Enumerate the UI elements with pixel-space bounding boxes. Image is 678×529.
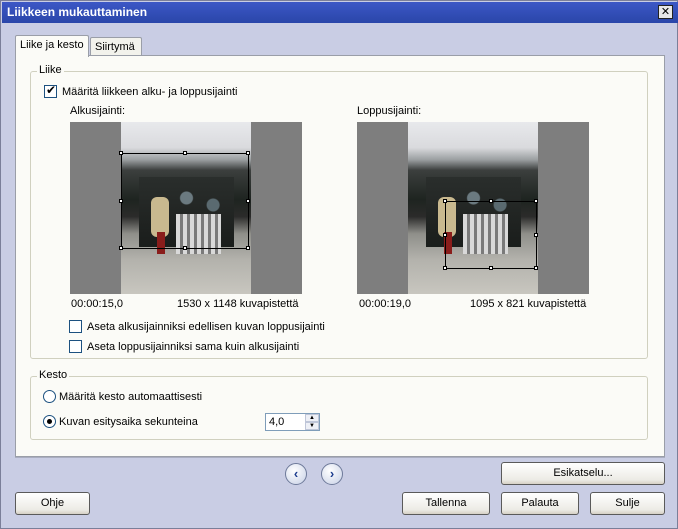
start-position-label: Alkusijainti: (70, 105, 126, 117)
start-handle-mr[interactable] (246, 199, 250, 203)
end-handle-ml[interactable] (443, 233, 447, 237)
seconds-value[interactable]: 4,0 (269, 416, 284, 428)
end-image-preview[interactable] (357, 122, 589, 294)
start-time: 00:00:15,0 (71, 298, 123, 310)
tab-siirtyma[interactable]: Siirtymä (90, 37, 142, 57)
start-handle-br[interactable] (246, 246, 250, 250)
auto-duration-radio[interactable] (43, 390, 56, 403)
arrow-left-icon: ‹ (293, 466, 299, 481)
duration-group: Kesto (30, 369, 648, 440)
duration-group-label: Kesto (37, 369, 70, 381)
auto-duration-label: Määritä kesto automaattisesti (59, 391, 203, 403)
end-handle-tm[interactable] (489, 199, 493, 203)
window-title: Liikkeen mukauttaminen (7, 5, 148, 19)
seconds-duration-radio[interactable] (43, 415, 56, 428)
preview-button[interactable]: Esikatselu... (501, 462, 665, 485)
start-handle-tl[interactable] (119, 151, 123, 155)
same-as-start-label: Aseta loppusijainniksi sama kuin alkusij… (87, 341, 300, 353)
seconds-duration-label: Kuvan esitysaika sekunteina (59, 416, 198, 428)
start-handle-tm[interactable] (183, 151, 187, 155)
end-handle-tr[interactable] (534, 199, 538, 203)
bottom-divider (15, 457, 665, 458)
next-button[interactable]: › (321, 463, 343, 485)
start-handle-bl[interactable] (119, 246, 123, 250)
start-handle-tr[interactable] (246, 151, 250, 155)
start-selection-frame[interactable] (121, 153, 249, 249)
revert-button[interactable]: Palauta (501, 492, 579, 515)
dialog-window: Liikkeen mukauttaminen ✕ Liike ja kesto … (0, 0, 678, 529)
end-dimensions: 1095 x 821 kuvapistettä (470, 298, 587, 310)
end-time: 00:00:19,0 (359, 298, 411, 310)
end-handle-bl[interactable] (443, 266, 447, 270)
start-image-preview[interactable] (70, 122, 302, 294)
end-selection-frame[interactable] (445, 201, 537, 269)
start-handle-bm[interactable] (183, 246, 187, 250)
use-prev-end-checkbox[interactable] (69, 320, 82, 333)
stepper-down-icon[interactable]: ▼ (305, 422, 319, 430)
title-bar: Liikkeen mukauttaminen ✕ (2, 2, 678, 23)
end-handle-tl[interactable] (443, 199, 447, 203)
help-button[interactable]: Ohje (15, 492, 90, 515)
end-handle-br[interactable] (534, 266, 538, 270)
define-motion-label: Määritä liikkeen alku- ja loppusijainti (62, 86, 238, 98)
start-dimensions: 1530 x 1148 kuvapistettä (177, 298, 299, 310)
close-button[interactable]: Sulje (590, 492, 665, 515)
same-as-start-checkbox[interactable] (69, 340, 82, 353)
stepper-up-icon[interactable]: ▲ (305, 414, 319, 422)
define-motion-checkbox[interactable] (44, 83, 57, 98)
start-handle-ml[interactable] (119, 199, 123, 203)
end-position-label: Loppusijainti: (357, 105, 422, 117)
end-handle-mr[interactable] (534, 233, 538, 237)
arrow-right-icon: › (329, 466, 335, 481)
tab-liike-ja-kesto[interactable]: Liike ja kesto (15, 35, 89, 57)
close-window-button[interactable]: ✕ (658, 5, 673, 19)
previous-button[interactable]: ‹ (285, 463, 307, 485)
motion-group-label: Liike (37, 64, 64, 76)
seconds-stepper[interactable]: 4,0 ▲ ▼ (265, 413, 320, 431)
save-button[interactable]: Tallenna (402, 492, 490, 515)
end-handle-bm[interactable] (489, 266, 493, 270)
use-prev-end-label: Aseta alkusijainniksi edellisen kuvan lo… (87, 321, 325, 333)
